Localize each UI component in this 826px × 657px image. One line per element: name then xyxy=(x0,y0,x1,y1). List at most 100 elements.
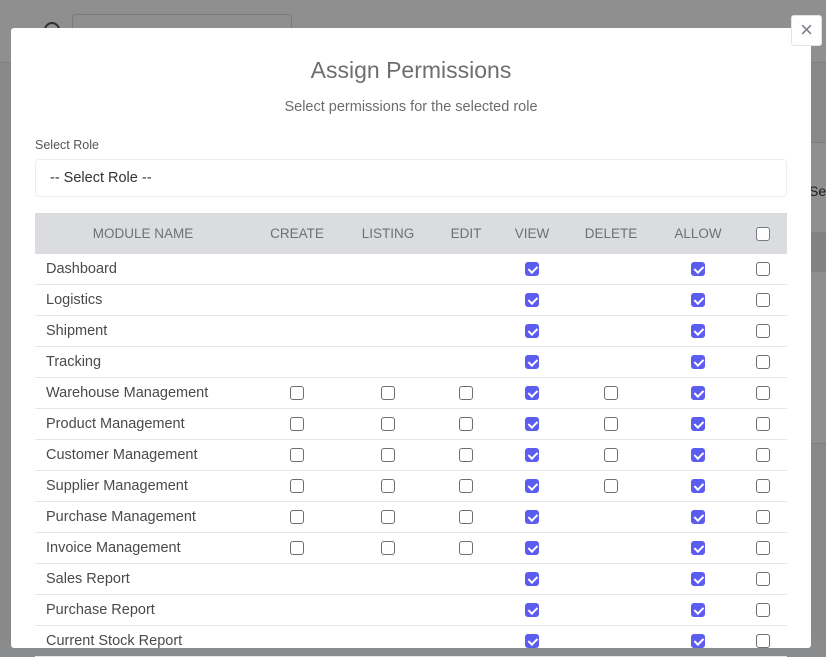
select-checkbox[interactable] xyxy=(756,541,770,556)
delete-checkbox[interactable] xyxy=(604,448,618,463)
delete-checkbox[interactable] xyxy=(604,386,618,401)
view-checkbox[interactable] xyxy=(525,355,539,370)
create-cell xyxy=(251,408,343,440)
create-checkbox[interactable] xyxy=(290,386,304,401)
view-checkbox[interactable] xyxy=(525,448,539,463)
header-edit: EDIT xyxy=(433,213,499,254)
table-row: Shipment xyxy=(35,315,787,347)
listing-cell xyxy=(343,284,433,316)
allow-checkbox[interactable] xyxy=(691,634,705,649)
view-checkbox[interactable] xyxy=(525,324,539,339)
allow-checkbox[interactable] xyxy=(691,448,705,463)
view-checkbox[interactable] xyxy=(525,634,539,649)
listing-checkbox[interactable] xyxy=(381,386,395,401)
edit-cell xyxy=(433,501,499,533)
module-name-cell: Purchase Management xyxy=(35,501,251,533)
delete-checkbox[interactable] xyxy=(604,417,618,432)
edit-cell xyxy=(433,532,499,564)
view-checkbox[interactable] xyxy=(525,417,539,432)
create-checkbox[interactable] xyxy=(290,510,304,525)
edit-checkbox[interactable] xyxy=(459,386,473,401)
table-row: Purchase Management xyxy=(35,501,787,533)
create-checkbox[interactable] xyxy=(290,479,304,494)
listing-checkbox[interactable] xyxy=(381,541,395,556)
delete-cell xyxy=(565,563,657,595)
select-cell xyxy=(739,284,787,316)
assign-permissions-modal: Assign Permissions Select permissions fo… xyxy=(11,28,811,657)
select-checkbox[interactable] xyxy=(756,479,770,494)
view-checkbox[interactable] xyxy=(525,510,539,525)
allow-checkbox[interactable] xyxy=(691,603,705,618)
select-checkbox[interactable] xyxy=(756,417,770,432)
view-cell xyxy=(499,532,565,564)
header-select-all xyxy=(739,213,787,254)
delete-cell xyxy=(565,439,657,471)
listing-checkbox[interactable] xyxy=(381,510,395,525)
select-checkbox[interactable] xyxy=(756,324,770,339)
allow-checkbox[interactable] xyxy=(691,262,705,277)
allow-checkbox[interactable] xyxy=(691,417,705,432)
edit-checkbox[interactable] xyxy=(459,417,473,432)
allow-checkbox[interactable] xyxy=(691,293,705,308)
listing-cell xyxy=(343,594,433,626)
view-checkbox[interactable] xyxy=(525,572,539,587)
module-name-cell: Shipment xyxy=(35,315,251,347)
select-checkbox[interactable] xyxy=(756,510,770,525)
create-checkbox[interactable] xyxy=(290,448,304,463)
delete-cell xyxy=(565,594,657,626)
select-checkbox[interactable] xyxy=(756,262,770,277)
modal-title: Assign Permissions xyxy=(310,57,512,83)
select-checkbox[interactable] xyxy=(756,634,770,649)
select-cell xyxy=(739,315,787,347)
listing-checkbox[interactable] xyxy=(381,448,395,463)
listing-checkbox[interactable] xyxy=(381,417,395,432)
view-checkbox[interactable] xyxy=(525,541,539,556)
view-cell xyxy=(499,254,565,285)
select-role-dropdown[interactable]: -- Select Role -- xyxy=(35,159,787,197)
allow-checkbox[interactable] xyxy=(691,572,705,587)
select-checkbox[interactable] xyxy=(756,448,770,463)
listing-cell xyxy=(343,377,433,409)
module-name-cell: Purchase Report xyxy=(35,594,251,626)
delete-checkbox[interactable] xyxy=(604,479,618,494)
select-checkbox[interactable] xyxy=(756,386,770,401)
allow-cell xyxy=(657,563,739,595)
edit-checkbox[interactable] xyxy=(459,479,473,494)
edit-checkbox[interactable] xyxy=(459,541,473,556)
edit-checkbox[interactable] xyxy=(459,448,473,463)
select-checkbox[interactable] xyxy=(756,572,770,587)
allow-cell xyxy=(657,408,739,440)
view-checkbox[interactable] xyxy=(525,386,539,401)
allow-checkbox[interactable] xyxy=(691,355,705,370)
select-cell xyxy=(739,625,787,657)
allow-checkbox[interactable] xyxy=(691,386,705,401)
select-cell xyxy=(739,254,787,285)
select-checkbox[interactable] xyxy=(756,603,770,618)
allow-checkbox[interactable] xyxy=(691,541,705,556)
allow-cell xyxy=(657,439,739,471)
select-checkbox[interactable] xyxy=(756,293,770,308)
view-cell xyxy=(499,315,565,347)
select-checkbox[interactable] xyxy=(756,355,770,370)
view-checkbox[interactable] xyxy=(525,479,539,494)
allow-checkbox[interactable] xyxy=(691,479,705,494)
create-checkbox[interactable] xyxy=(290,541,304,556)
table-row: Product Management xyxy=(35,408,787,440)
close-button[interactable]: × xyxy=(791,15,822,46)
view-checkbox[interactable] xyxy=(525,262,539,277)
listing-checkbox[interactable] xyxy=(381,479,395,494)
modal-subtitle: Select permissions for the selected role xyxy=(284,99,538,115)
allow-checkbox[interactable] xyxy=(691,510,705,525)
edit-checkbox[interactable] xyxy=(459,510,473,525)
create-checkbox[interactable] xyxy=(290,417,304,432)
module-name-cell: Current Stock Report xyxy=(35,625,251,657)
view-checkbox[interactable] xyxy=(525,293,539,308)
delete-cell xyxy=(565,346,657,378)
select-all-checkbox[interactable] xyxy=(756,227,770,242)
view-checkbox[interactable] xyxy=(525,603,539,618)
view-cell xyxy=(499,377,565,409)
create-cell xyxy=(251,439,343,471)
table-row: Supplier Management xyxy=(35,470,787,502)
header-module-name: MODULE NAME xyxy=(35,213,251,254)
allow-checkbox[interactable] xyxy=(691,324,705,339)
